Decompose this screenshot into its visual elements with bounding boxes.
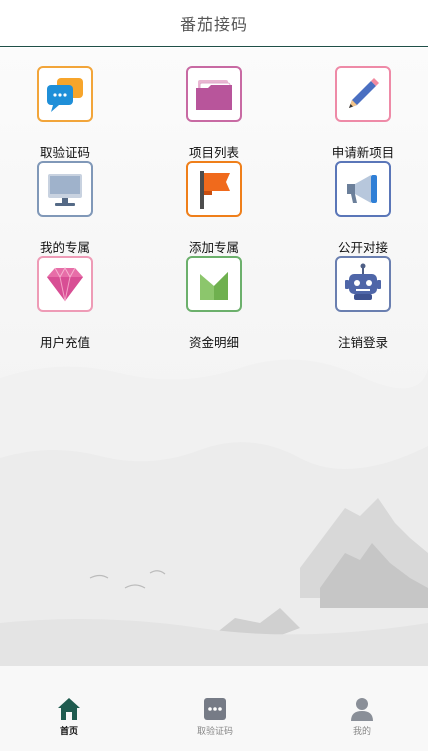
menu-item-project-list[interactable]: 项目列表 (159, 66, 269, 160)
robot-icon (345, 263, 381, 300)
megaphone-icon (347, 175, 377, 203)
tile-public-docking[interactable] (335, 161, 391, 217)
app-header: 番茄接码 (0, 0, 428, 47)
message-dots-icon (204, 698, 226, 720)
tab-home-label: 首页 (59, 727, 78, 737)
tab-home[interactable]: 首页 (24, 696, 114, 740)
tab-get-code-label: 取验证码 (196, 727, 233, 737)
tile-my-exclusive[interactable] (37, 161, 93, 217)
menu-item-label: 申请新项目 (331, 145, 395, 160)
tab-mine-label: 我的 (352, 727, 371, 737)
ink-landscape-background (0, 359, 428, 666)
tile-add-exclusive[interactable] (186, 161, 242, 217)
tile-get-code[interactable] (37, 66, 93, 122)
tile-logout[interactable] (335, 256, 391, 312)
bottom-tab-bar: 首页 取验证码 我的 (0, 666, 428, 751)
tab-get-code[interactable]: 取验证码 (170, 696, 260, 740)
pencil-icon (349, 78, 379, 108)
menu-item-recharge[interactable]: 用户充值 (10, 256, 120, 350)
menu-item-get-code[interactable]: 取验证码 (10, 66, 120, 160)
menu-item-apply-project[interactable]: 申请新项目 (308, 66, 418, 160)
menu-item-fund-details[interactable]: 资金明细 (159, 256, 269, 350)
menu-item-add-exclusive[interactable]: 添加专属 (159, 161, 269, 255)
home-icon (58, 698, 80, 720)
page-title: 番茄接码 (179, 15, 248, 34)
chat-bubbles-icon (47, 78, 83, 112)
tile-apply-project[interactable] (335, 66, 391, 122)
menu-item-label: 添加专属 (188, 240, 239, 255)
menu-item-public-docking[interactable]: 公开对接 (308, 161, 418, 255)
menu-item-label: 取验证码 (39, 145, 90, 160)
tile-recharge[interactable] (37, 256, 93, 312)
menu-item-my-exclusive[interactable]: 我的专属 (10, 161, 120, 255)
menu-item-label: 注销登录 (337, 335, 388, 350)
tile-project-list[interactable] (186, 66, 242, 122)
diamond-icon (47, 266, 83, 302)
menu-item-label: 我的专属 (39, 240, 90, 255)
main-content: 取验证码 项目列表 申请新项目 我的专属 添加专属 公开对接 用户充值 资金明细… (0, 48, 428, 666)
tab-mine[interactable]: 我的 (317, 696, 407, 740)
menu-item-label: 项目列表 (188, 145, 239, 160)
monitor-icon (48, 174, 82, 206)
menu-item-label: 公开对接 (337, 240, 388, 255)
menu-item-logout[interactable]: 注销登录 (308, 256, 418, 350)
chart-icon (200, 272, 228, 300)
menu-item-label: 资金明细 (188, 335, 239, 350)
tile-fund-details[interactable] (186, 256, 242, 312)
user-icon (351, 698, 373, 721)
flag-icon (200, 171, 230, 209)
menu-item-label: 用户充值 (39, 335, 90, 350)
folder-icon (196, 80, 232, 110)
